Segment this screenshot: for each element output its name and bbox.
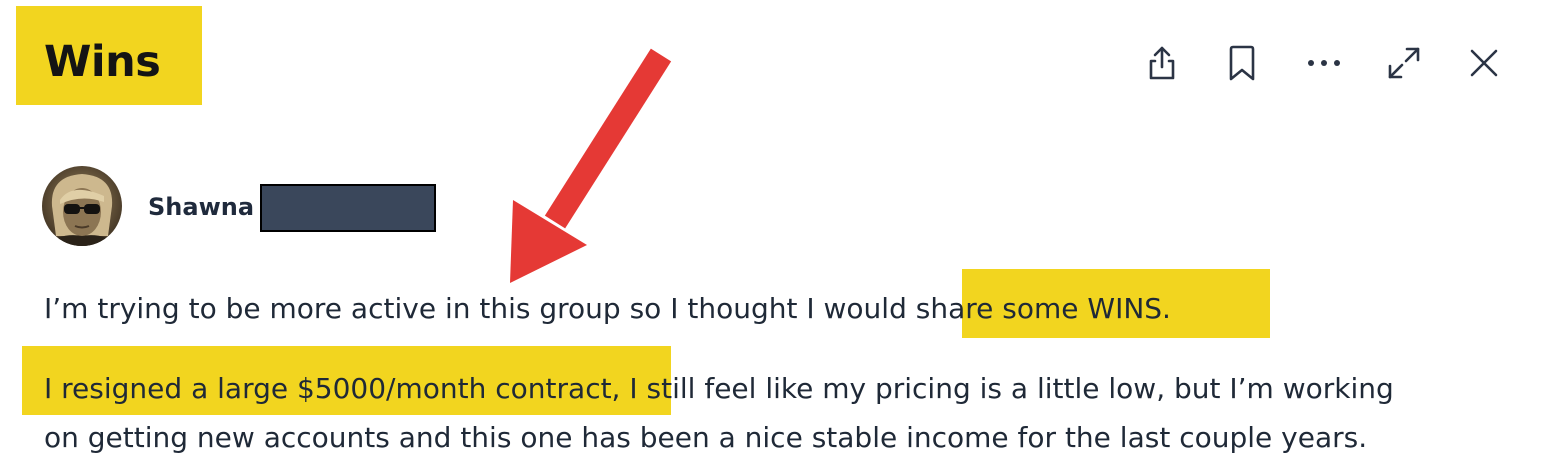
share-icon bbox=[1149, 46, 1175, 80]
share-button[interactable] bbox=[1138, 40, 1186, 86]
post-line-2: I resigned a large $5000/month contract,… bbox=[44, 369, 1394, 409]
post-line-1: I’m trying to be more active in this gro… bbox=[44, 289, 1171, 329]
annotation-arrow-head bbox=[510, 200, 587, 283]
page-title: Wins bbox=[44, 37, 161, 87]
more-options-button[interactable] bbox=[1300, 40, 1348, 86]
post-line-2-text: I still feel like my pricing is a little… bbox=[620, 372, 1394, 405]
avatar-image bbox=[42, 166, 122, 246]
annotation-arrow-shaft bbox=[544, 48, 672, 229]
post-line-1-text: I’m trying to be more active in this gro… bbox=[44, 292, 916, 325]
close-button[interactable] bbox=[1460, 40, 1508, 86]
redacted-last-name bbox=[260, 184, 436, 232]
avatar[interactable] bbox=[42, 166, 122, 246]
bookmark-icon bbox=[1229, 45, 1255, 81]
post-line-1-highlighted-text: share some WINS. bbox=[915, 292, 1171, 325]
expand-icon bbox=[1388, 47, 1420, 79]
post-line-2-highlighted-text: I resigned a large $5000/month contract, bbox=[44, 372, 621, 405]
expand-button[interactable] bbox=[1380, 40, 1428, 86]
close-icon bbox=[1470, 49, 1498, 77]
bookmark-button[interactable] bbox=[1218, 40, 1266, 86]
post-line-3: on getting new accounts and this one has… bbox=[44, 421, 1368, 454]
author-name[interactable]: Shawna bbox=[148, 192, 254, 222]
more-icon bbox=[1308, 60, 1340, 66]
